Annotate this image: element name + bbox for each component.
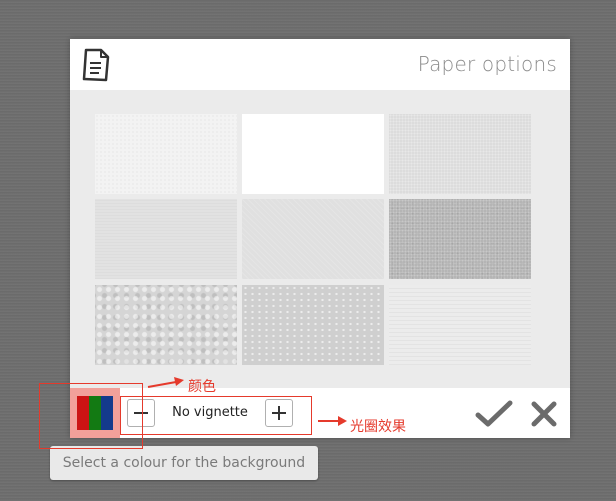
paper-tile-soft-lines[interactable] bbox=[95, 199, 237, 279]
paper-tile-speckled-grey[interactable] bbox=[389, 199, 531, 279]
annotation-box-vignette bbox=[120, 396, 312, 435]
dialog-header: Paper options bbox=[70, 39, 570, 90]
close-icon bbox=[531, 401, 557, 427]
paper-tile-light-grain[interactable] bbox=[389, 114, 531, 194]
paper-tile-lined-light[interactable] bbox=[389, 285, 531, 365]
annotation-arrow-vignette bbox=[318, 416, 347, 426]
document-icon bbox=[82, 48, 110, 82]
paper-tile-dotted-grey[interactable] bbox=[242, 285, 384, 365]
checkmark-icon bbox=[475, 400, 513, 427]
paper-options-dialog: Paper options No vignette bbox=[70, 39, 570, 438]
background-colour-tooltip: Select a colour for the background bbox=[50, 446, 318, 480]
paper-tile-plain-white[interactable] bbox=[242, 114, 384, 194]
paper-tile-white-fibre[interactable] bbox=[95, 114, 237, 194]
annotation-arrow-colour bbox=[147, 377, 184, 388]
paper-tile-crumpled[interactable] bbox=[95, 285, 237, 365]
annotation-colour-label: 颜色 bbox=[188, 379, 216, 395]
cancel-button[interactable] bbox=[531, 401, 557, 427]
paper-texture-grid bbox=[95, 114, 531, 365]
paper-tile-smooth-grey[interactable] bbox=[242, 199, 384, 279]
confirm-button[interactable] bbox=[475, 400, 513, 428]
annotation-vignette-effect-label: 光圈效果 bbox=[350, 419, 406, 435]
dialog-title: Paper options bbox=[417, 52, 557, 76]
